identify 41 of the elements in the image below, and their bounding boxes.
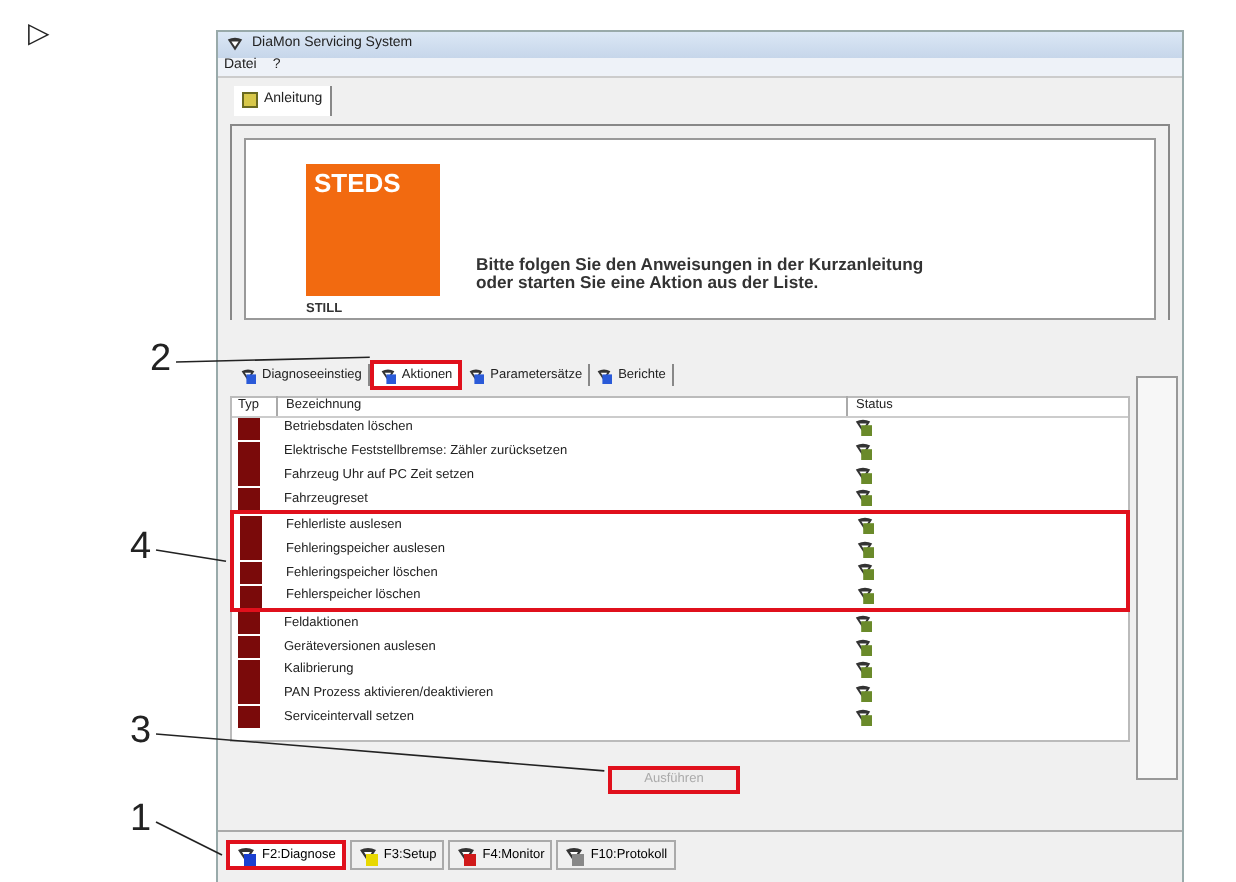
tab-icon xyxy=(240,367,256,383)
status-icon xyxy=(854,637,872,656)
type-marker xyxy=(240,515,262,538)
callout-number: 1 xyxy=(130,800,152,838)
type-marker xyxy=(238,464,260,487)
tab-icon xyxy=(468,367,485,383)
type-marker xyxy=(238,441,260,464)
callout-number: 3 xyxy=(130,712,152,750)
status-icon xyxy=(856,539,874,558)
tab-icon xyxy=(379,367,396,383)
status-icon xyxy=(854,488,872,507)
type-marker xyxy=(240,585,262,608)
type-marker xyxy=(238,706,260,729)
callout-number: 4 xyxy=(130,528,152,566)
callout-number: 2 xyxy=(150,340,172,378)
leader-line xyxy=(155,549,227,563)
type-marker xyxy=(238,417,260,440)
status-icon xyxy=(854,613,872,632)
status-icon xyxy=(854,660,872,679)
status-icon xyxy=(854,442,872,461)
logo: STEDS xyxy=(306,163,440,295)
type-marker xyxy=(240,561,262,584)
status-icon xyxy=(854,707,872,726)
status-icon xyxy=(856,562,874,581)
tab-icon xyxy=(596,367,613,383)
status-icon xyxy=(856,516,874,535)
type-marker xyxy=(238,612,260,635)
type-marker xyxy=(238,487,260,510)
instruction-text: Bitte folgen Sie den Anweisungen in der Kurzanleitung oder starten Sie eine Aktion aus der Liste. xyxy=(476,255,924,297)
play-marker: ▷ xyxy=(28,14,50,52)
app-icon xyxy=(226,36,244,54)
type-marker xyxy=(240,538,262,561)
type-marker xyxy=(238,636,260,659)
book-icon xyxy=(242,92,258,109)
status-icon xyxy=(854,465,872,484)
status-icon xyxy=(854,683,872,702)
status-icon xyxy=(854,418,872,437)
type-marker xyxy=(238,659,260,682)
type-marker xyxy=(238,682,260,705)
leader-line xyxy=(155,821,223,856)
status-icon xyxy=(856,586,874,605)
